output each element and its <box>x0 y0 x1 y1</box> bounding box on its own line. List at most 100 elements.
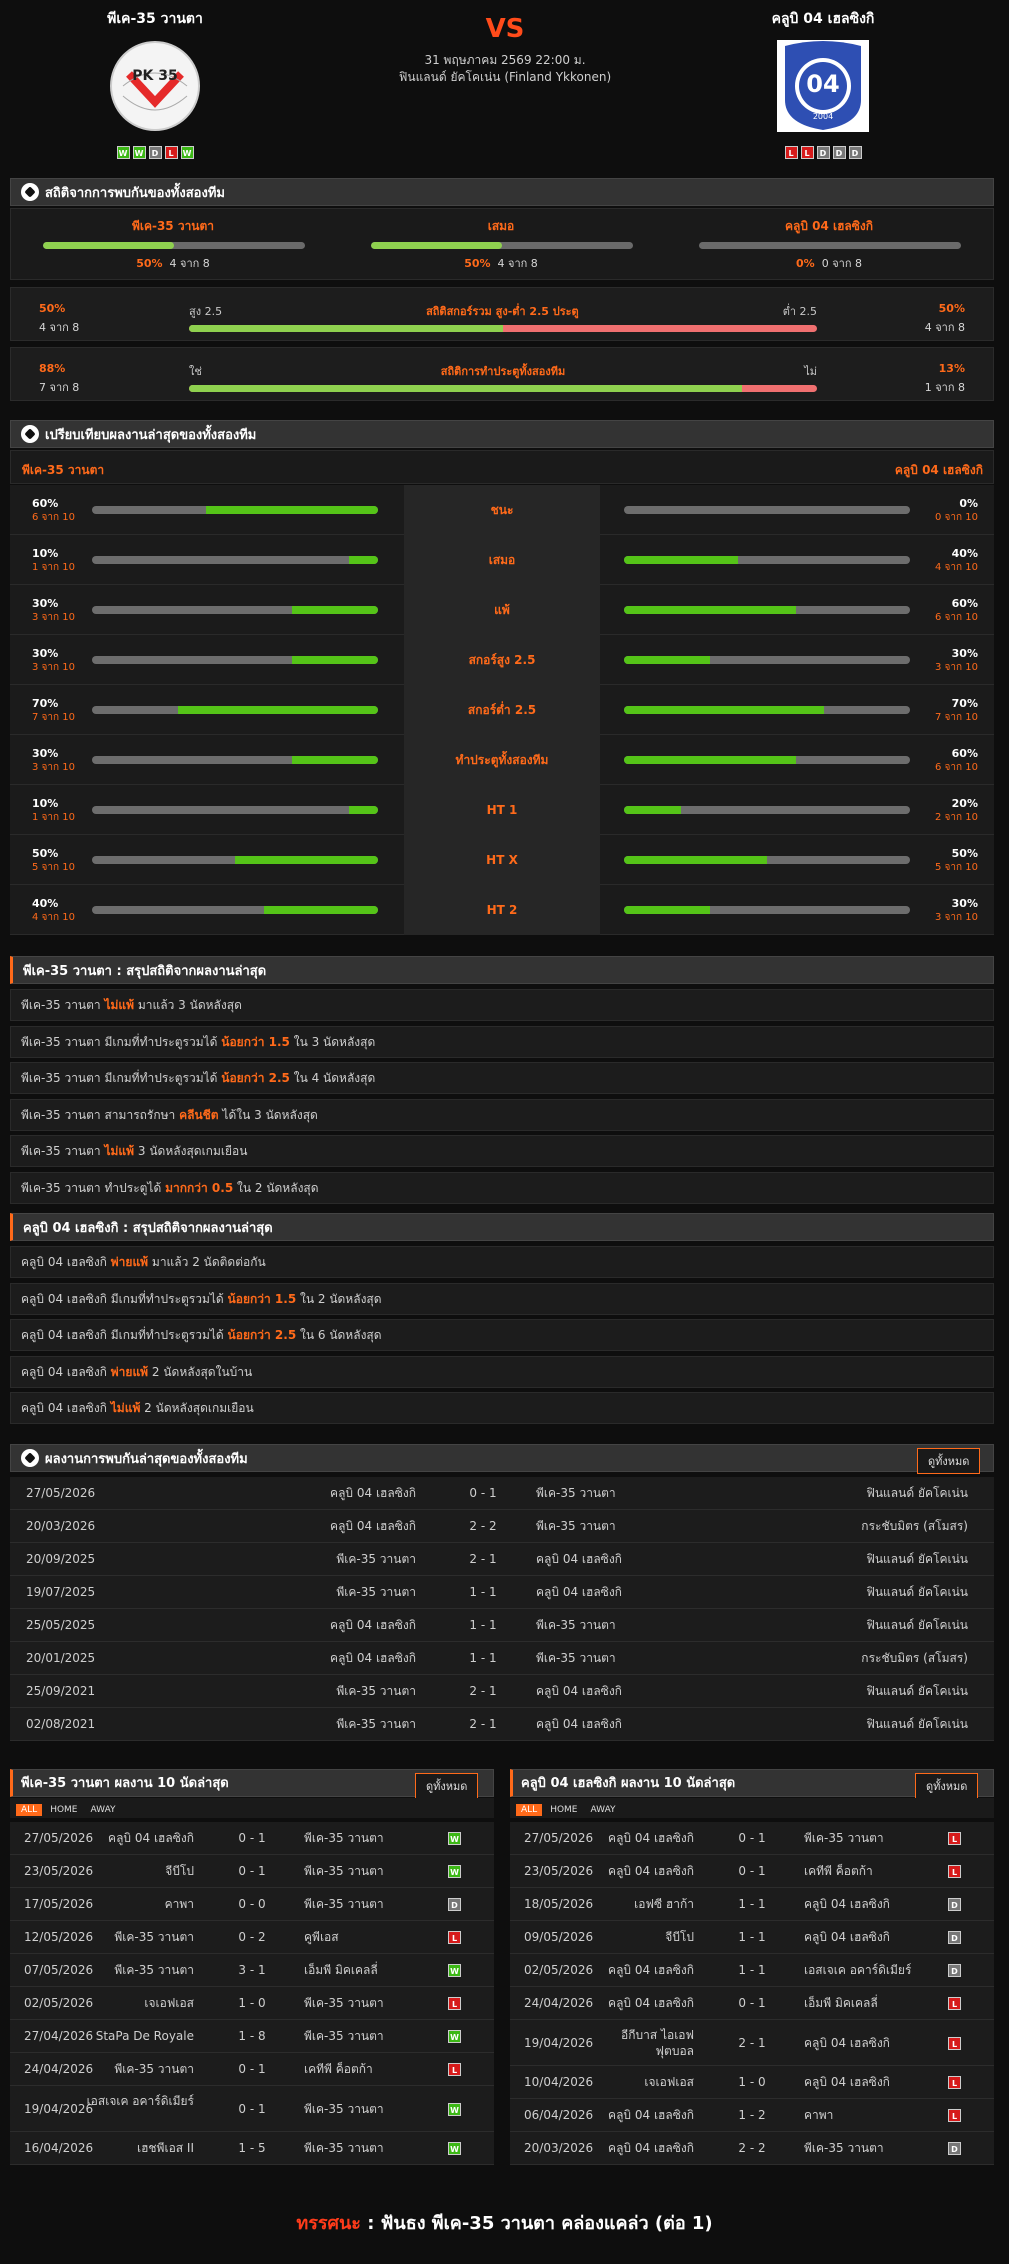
compare-row: 30% 3 จาก 10 สกอร์สูง 2.5 30% 3 จาก 10 <box>10 635 994 685</box>
result-badge: L <box>948 1832 961 1845</box>
home-team-logo[interactable]: PK 35 <box>109 40 201 132</box>
home-count: 1 จาก 10 <box>32 562 75 573</box>
row-away: พีเค-35 วานตา <box>304 2029 384 2043</box>
last10-row[interactable]: 23/05/2026 คลูบิ 04 เฮลซิงกิ 0 - 1 เคทีพ… <box>510 1855 994 1888</box>
summary-row: คลูบิ 04 เฮลซิงกิ มีเกมที่ทำประตูรวมได้ … <box>10 1319 994 1351</box>
away-logo-lettering: 04 <box>806 70 840 98</box>
last10-row[interactable]: 02/05/2026 เจเอฟเอส 1 - 0 พีเค-35 วานตา … <box>10 1987 494 2020</box>
away-team-name[interactable]: คลูบิ 04 เฮลซิงกิ <box>698 8 948 30</box>
tab-all[interactable]: ALL <box>16 1804 43 1816</box>
away-pct: 20% <box>951 797 978 810</box>
last10_home-view-all-button[interactable]: ดูทั้งหมด <box>415 1773 479 1799</box>
h2h-stat-bar <box>699 242 961 249</box>
summary-text: พีเค-35 วานตา มีเกมที่ทำประตูรวมได้ <box>21 1034 222 1049</box>
last10-row[interactable]: 27/04/2026 StaPa De Royale 1 - 8 พีเค-35… <box>10 2020 494 2053</box>
last10-row[interactable]: 07/05/2026 พีเค-35 วานตา 3 - 1 เอ็มพี มิ… <box>10 1954 494 1987</box>
result-score: 2 - 1 <box>469 1552 497 1566</box>
row-score: 1 - 8 <box>238 2029 266 2043</box>
last10-row[interactable]: 19/04/2026 เอสเจเค อคาร์ดิเมียร์ 0 - 1 พ… <box>10 2086 494 2132</box>
row-home: คลูบิ 04 เฮลซิงกิ <box>608 1963 694 1977</box>
last10-row[interactable]: 09/05/2026 จีบีโป 1 - 1 คลูบิ 04 เฮลซิงก… <box>510 1921 994 1954</box>
tab-away[interactable]: AWAY <box>586 1804 621 1816</box>
away-pct: 30% <box>951 897 978 910</box>
away-team-logo[interactable]: 04 2004 <box>777 40 869 132</box>
last10_away-view-all-button[interactable]: ดูทั้งหมด <box>915 1773 979 1799</box>
h2h-result-row[interactable]: 27/05/2026 คลูบิ 04 เฮลซิงกิ 0 - 1 พีเค-… <box>10 1477 994 1510</box>
last10-row[interactable]: 18/05/2026 เอฟซี ฮาก้า 1 - 1 คลูบิ 04 เฮ… <box>510 1888 994 1921</box>
section-title: คลูบิ 04 เฮลซิงกิ : สรุปสถิติจากผลงานล่า… <box>23 1220 273 1236</box>
row-date: 09/05/2026 <box>524 1930 594 1944</box>
row-away: คาพา <box>804 2108 834 2122</box>
strip-right-label: ต่ำ 2.5 <box>782 305 817 318</box>
compare-away-team[interactable]: คลูบิ 04 เฮลซิงกิ <box>895 461 983 480</box>
compare-home-team[interactable]: พีเค-35 วานตา <box>22 461 104 480</box>
tab-home[interactable]: HOME <box>545 1804 582 1816</box>
h2h-stat-col: พีเค-35 วานตา 50% 4 จาก 8 <box>43 217 305 272</box>
last10-row[interactable]: 24/04/2026 คลูบิ 04 เฮลซิงกิ 0 - 1 เอ็มพ… <box>510 1987 994 2020</box>
result-score: 0 - 1 <box>469 1486 497 1500</box>
match-league[interactable]: ฟินแลนด์ ยัคโคเน่น (Finland Ykkonen) <box>380 69 630 86</box>
compare-label: สกอร์ต่ำ 2.5 <box>404 685 600 735</box>
tab-all[interactable]: ALL <box>516 1804 543 1816</box>
row-away: พีเค-35 วานตา <box>804 2141 884 2155</box>
section-title: พีเค-35 วานตา ผลงาน 10 นัดล่าสุด <box>21 1776 229 1791</box>
away_summary-header: คลูบิ 04 เฮลซิงกิ : สรุปสถิติจากผลงานล่า… <box>10 1213 994 1241</box>
away-bar <box>624 756 910 764</box>
h2h-result-row[interactable]: 20/03/2026 คลูบิ 04 เฮลซิงกิ 2 - 2 พีเค-… <box>10 1510 994 1543</box>
compare-row: 40% 4 จาก 10 HT 2 30% 3 จาก 10 <box>10 885 994 935</box>
last10-row[interactable]: 02/05/2026 คลูบิ 04 เฮลซิงกิ 1 - 1 เอสเจ… <box>510 1954 994 1987</box>
summary-row: พีเค-35 วานตา ไม่แพ้ 3 นัดหลังสุดเกมเยือ… <box>10 1135 994 1167</box>
row-away: พีเค-35 วานตา <box>304 2102 384 2116</box>
home-team-name[interactable]: พีเค-35 วานตา <box>30 8 280 30</box>
last10-row[interactable]: 27/05/2026 คลูบิ 04 เฮลซิงกิ 0 - 1 พีเค-… <box>510 1822 994 1855</box>
strip-right-count: 1 จาก 8 <box>924 381 965 394</box>
last10-row[interactable]: 16/04/2026 เฮชพีเอส II 1 - 5 พีเค-35 วาน… <box>10 2132 494 2165</box>
summary-text: คลูบิ 04 เฮลซิงกิ มีเกมที่ทำประตูรวมได้ <box>21 1328 228 1342</box>
row-date: 10/04/2026 <box>524 2075 594 2089</box>
h2h-result-row[interactable]: 25/09/2021 พีเค-35 วานตา 2 - 1 คลูบิ 04 … <box>10 1675 994 1708</box>
h2h-result-row[interactable]: 19/07/2025 พีเค-35 วานตา 1 - 1 คลูบิ 04 … <box>10 1576 994 1609</box>
row-home: พีเค-35 วานตา <box>114 1963 194 1977</box>
home-logo-lettering: PK 35 <box>132 68 178 84</box>
last10-row[interactable]: 20/03/2026 คลูบิ 04 เฮลซิงกิ 2 - 2 พีเค-… <box>510 2132 994 2165</box>
home-form: WWDLW <box>30 146 280 159</box>
summary-highlight: มากกว่า 0.5 <box>165 1180 234 1195</box>
last10-row[interactable]: 10/04/2026 เจเอฟเอส 1 - 0 คลูบิ 04 เฮลซิ… <box>510 2066 994 2099</box>
home-team-block: พีเค-35 วานตา PK 35 WWDLW <box>30 8 280 159</box>
row-score: 1 - 1 <box>738 1897 766 1911</box>
summary-highlight: คลีนชีต <box>179 1107 219 1122</box>
soccer-ball-icon <box>21 1449 39 1467</box>
result-badge: L <box>948 2076 961 2089</box>
h2h-view-all-button[interactable]: ดูทั้งหมด <box>917 1448 981 1474</box>
last10-row[interactable]: 17/05/2026 คาพา 0 - 0 พีเค-35 วานตา D <box>10 1888 494 1921</box>
h2h-result-row[interactable]: 25/05/2025 คลูบิ 04 เฮลซิงกิ 1 - 1 พีเค-… <box>10 1609 994 1642</box>
h2h-stat-col: คลูบิ 04 เฮลซิงกิ 0% 0 จาก 8 <box>699 217 961 272</box>
row-away: พีเค-35 วานตา <box>304 1996 384 2010</box>
last10-row[interactable]: 23/05/2026 จีบีโป 0 - 1 พีเค-35 วานตา W <box>10 1855 494 1888</box>
result-away: คลูบิ 04 เฮลซิงกิ <box>536 1717 622 1731</box>
away-bar-fill <box>624 606 796 614</box>
away-count: 6 จาก 10 <box>935 612 978 623</box>
row-home: คลูบิ 04 เฮลซิงกิ <box>608 1996 694 2010</box>
away-bar <box>624 856 910 864</box>
last10-row[interactable]: 27/05/2026 คลูบิ 04 เฮลซิงกิ 0 - 1 พีเค-… <box>10 1822 494 1855</box>
summary-text: คลูบิ 04 เฮลซิงกิ <box>21 1401 111 1415</box>
row-home: เฮชพีเอส II <box>136 2141 194 2155</box>
h2h-result-row[interactable]: 02/08/2021 พีเค-35 วานตา 2 - 1 คลูบิ 04 … <box>10 1708 994 1741</box>
last10-row[interactable]: 12/05/2026 พีเค-35 วานตา 0 - 2 คูพีเอส L <box>10 1921 494 1954</box>
h2h-result-row[interactable]: 20/09/2025 พีเค-35 วานตา 2 - 1 คลูบิ 04 … <box>10 1543 994 1576</box>
h2h-result-row[interactable]: 20/01/2025 คลูบิ 04 เฮลซิงกิ 1 - 1 พีเค-… <box>10 1642 994 1675</box>
away-bar-fill <box>624 706 825 714</box>
result-score: 2 - 1 <box>469 1717 497 1731</box>
row-score: 0 - 0 <box>238 1897 266 1911</box>
row-home: เอสเจเค อคาร์ดิเมียร์ <box>86 2094 194 2108</box>
result-date: 20/03/2026 <box>26 1519 96 1533</box>
last10-row[interactable]: 06/04/2026 คลูบิ 04 เฮลซิงกิ 1 - 2 คาพา … <box>510 2099 994 2132</box>
last10-row[interactable]: 19/04/2026 อีกีบาส ไอเอฟ ฟุตบอล 2 - 1 คล… <box>510 2020 994 2066</box>
row-date: 24/04/2026 <box>24 2062 94 2076</box>
tab-home[interactable]: HOME <box>45 1804 82 1816</box>
result-badge: D <box>448 1898 461 1911</box>
last10-row[interactable]: 24/04/2026 พีเค-35 วานตา 0 - 1 เคทีพี ค็… <box>10 2053 494 2086</box>
summary-row: คลูบิ 04 เฮลซิงกิ ไม่แพ้ 2 นัดหลังสุดเกม… <box>10 1392 994 1424</box>
tab-away[interactable]: AWAY <box>86 1804 121 1816</box>
